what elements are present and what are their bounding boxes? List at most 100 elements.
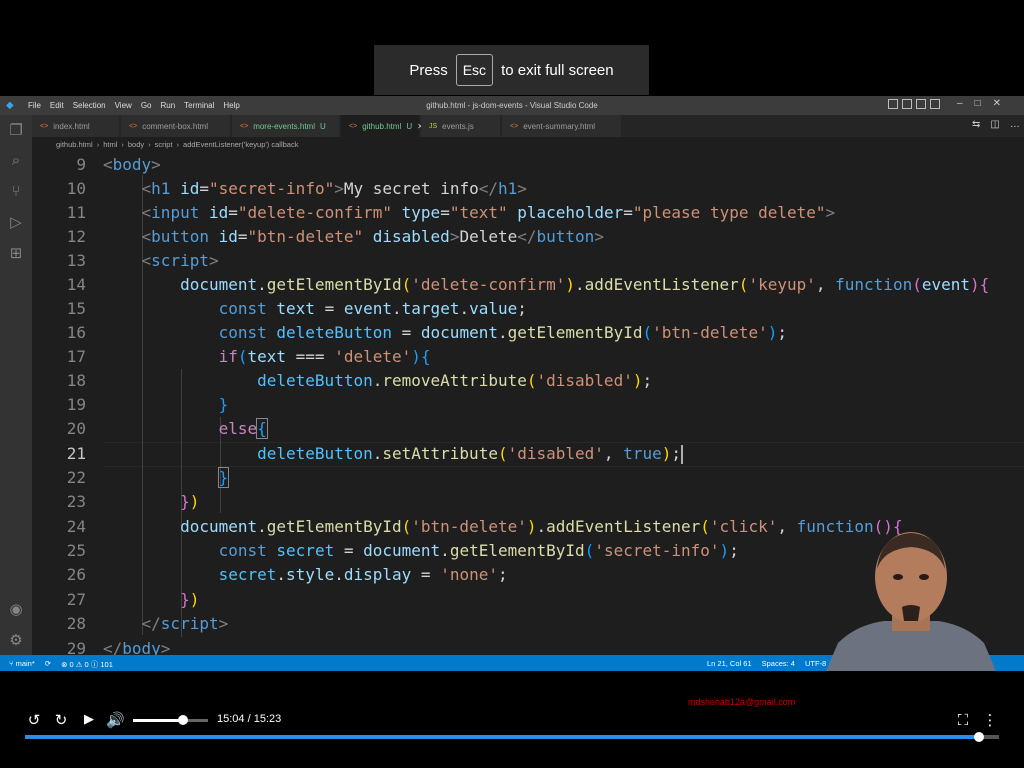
html-file-icon: <> — [40, 122, 49, 130]
breadcrumb-html[interactable]: html — [103, 140, 117, 152]
code-line: const text = event.target.value; — [218, 299, 527, 318]
play-icon[interactable]: ▶ — [80, 711, 98, 729]
watermark-email: mdshehab12a@gmail.com — [688, 697, 796, 707]
window-controls: – □ ✕ — [957, 98, 1001, 109]
tab-badge: U — [319, 121, 326, 131]
extensions-icon[interactable]: ⊞ — [7, 244, 25, 262]
close-icon[interactable]: ✕ — [993, 98, 1001, 109]
tab-label: index.html — [53, 121, 90, 131]
code-line: const deleteButton = document.getElement… — [218, 323, 787, 342]
line-number: 26 — [66, 565, 86, 584]
line-number: 28 — [66, 614, 86, 633]
line-number: 29 — [66, 639, 86, 655]
more-actions-icon[interactable]: … — [1010, 119, 1020, 130]
settings-gear-icon[interactable]: ⚙ — [7, 631, 25, 649]
source-control-icon[interactable]: ⑂ — [7, 182, 25, 200]
toggle-sidebar-icon[interactable] — [888, 99, 898, 109]
tab-index[interactable]: <> index.html — [32, 115, 120, 137]
line-number: 17 — [66, 347, 86, 366]
line-number: 15 — [66, 299, 86, 318]
activity-bar: ❐ ⌕ ⑂ ▷ ⊞ ◉ ⚙ — [0, 115, 32, 655]
volume-level — [133, 719, 184, 722]
line-number: 9 — [76, 155, 86, 174]
title-bar: ◆ File Edit Selection View Go Run Termin… — [0, 96, 1024, 115]
code-line: } — [217, 467, 230, 488]
text-cursor — [681, 445, 683, 464]
tab-actions: ⇆ ◫ … — [972, 119, 1020, 130]
html-file-icon: <> — [510, 122, 519, 130]
line-number: 25 — [66, 541, 86, 560]
tab-github[interactable]: <> github.html U ✕ — [341, 115, 424, 137]
hint-pre: Press — [409, 61, 448, 79]
code-line: </body> — [103, 639, 171, 655]
branch-status[interactable]: ⑂ main* — [9, 659, 35, 670]
toggle-secondary-sidebar-icon[interactable] — [916, 99, 926, 109]
status-left: ⑂ main* ⟳ ⊗ 0 ⚠ 0 ⓘ 101 — [9, 659, 113, 670]
tab-badge: U — [406, 121, 413, 131]
tab-events-js[interactable]: JS events.js — [421, 115, 501, 137]
exit-fullscreen-icon[interactable]: ⛶ — [954, 711, 972, 729]
tab-event-summary[interactable]: <> event-summary.html — [502, 115, 622, 137]
line-number: 14 — [66, 275, 86, 294]
maximize-icon[interactable]: □ — [975, 98, 981, 109]
html-file-icon: <> — [349, 122, 358, 130]
volume-icon[interactable]: 🔊 — [106, 711, 125, 729]
fullscreen-hint: Press Esc to exit full screen — [374, 45, 649, 95]
volume-slider[interactable] — [133, 715, 208, 725]
line-number: 27 — [66, 590, 86, 609]
code-line: secret.style.display = 'none'; — [218, 565, 508, 584]
minimize-icon[interactable]: – — [957, 98, 963, 109]
status-right: Ln 21, Col 61 Spaces: 4 UTF-8 — [707, 659, 826, 668]
code-line: }) — [180, 492, 200, 511]
explorer-icon[interactable]: ❐ — [7, 121, 25, 139]
customize-layout-icon[interactable] — [930, 99, 940, 109]
tab-label: github.html — [362, 121, 402, 131]
line-number: 19 — [66, 395, 86, 414]
code-line: <body> — [103, 155, 161, 174]
layout-controls — [888, 99, 940, 109]
line-number: 16 — [66, 323, 86, 342]
branch-name: main* — [15, 659, 35, 668]
breadcrumb-body[interactable]: body — [128, 140, 144, 152]
breadcrumb: github.html › html › body › script › addEven… — [32, 137, 1024, 152]
webcam-overlay — [826, 532, 996, 671]
compare-changes-icon[interactable]: ⇆ — [972, 119, 980, 130]
problems-status[interactable]: ⊗ 0 ⚠ 0 ⓘ 101 — [61, 659, 113, 670]
cursor-position[interactable]: Ln 21, Col 61 — [707, 659, 752, 668]
line-number: 11 — [66, 203, 86, 222]
more-options-icon[interactable]: ⋮ — [981, 711, 999, 729]
sync-icon[interactable]: ⟳ — [45, 659, 51, 670]
progress-handle[interactable] — [973, 732, 984, 742]
js-file-icon: JS — [429, 122, 438, 130]
tab-label: event-summary.html — [523, 121, 596, 131]
volume-handle[interactable] — [178, 715, 189, 725]
breadcrumb-file[interactable]: github.html — [56, 140, 93, 152]
rewind-10-icon[interactable]: ↺ — [25, 711, 43, 729]
code-line: <input id="delete-confirm" type="text" p… — [141, 203, 836, 222]
line-number: 20 — [66, 419, 86, 438]
error-count: 0 — [69, 660, 74, 669]
code-line: }) — [180, 590, 200, 609]
tab-comment-box[interactable]: <> comment-box.html — [121, 115, 231, 137]
code-line: else{ — [218, 418, 268, 439]
search-icon[interactable]: ⌕ — [7, 151, 25, 169]
encoding[interactable]: UTF-8 — [805, 659, 826, 668]
accounts-icon[interactable]: ◉ — [7, 600, 25, 618]
code-line: document.getElementById('delete-confirm'… — [180, 275, 990, 294]
forward-10-icon[interactable]: ↻ — [52, 711, 70, 729]
breadcrumb-script[interactable]: script — [155, 140, 173, 152]
breadcrumb-callback[interactable]: addEventListener('keyup') callback — [183, 140, 298, 152]
info-count: 101 — [100, 660, 113, 669]
line-number: 13 — [66, 251, 86, 270]
run-debug-icon[interactable]: ▷ — [7, 213, 25, 231]
code-line: if(text === 'delete'){ — [218, 347, 431, 366]
code-line: deleteButton.removeAttribute('disabled')… — [257, 371, 653, 390]
progress-bar[interactable] — [25, 732, 999, 742]
code-line: </script> — [141, 614, 229, 633]
toggle-panel-icon[interactable] — [902, 99, 912, 109]
editor-tabs: <> index.html <> comment-box.html <> mor… — [32, 115, 1024, 137]
split-editor-icon[interactable]: ◫ — [990, 119, 999, 130]
line-number: 18 — [66, 371, 86, 390]
indentation[interactable]: Spaces: 4 — [762, 659, 795, 668]
tab-more-events[interactable]: <> more-events.html U — [232, 115, 340, 137]
